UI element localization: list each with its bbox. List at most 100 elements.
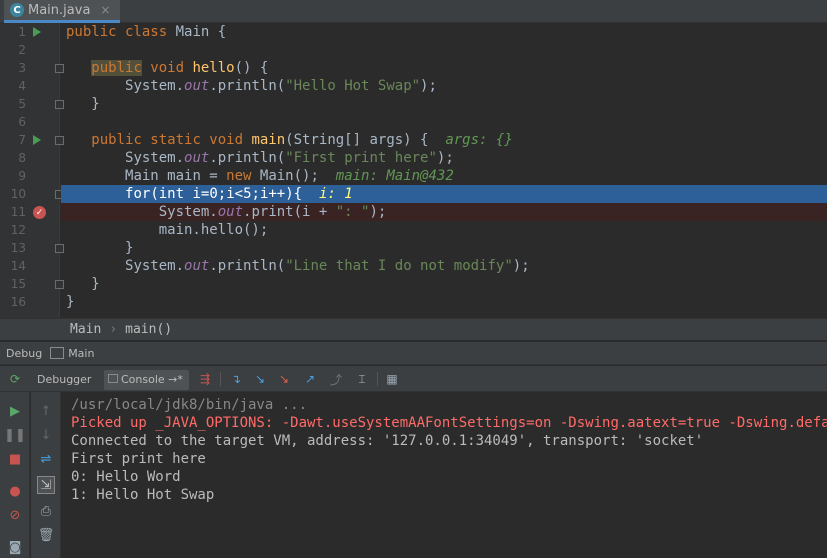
- code-text: );: [512, 258, 530, 274]
- code-line-5[interactable]: }: [61, 95, 827, 113]
- step-into-icon[interactable]: ↘: [252, 371, 268, 387]
- method-name: main: [251, 132, 286, 148]
- up-arrow-icon[interactable]: ↑: [37, 402, 55, 420]
- down-arrow-icon[interactable]: ↓: [37, 426, 55, 444]
- code-text: ;i<: [217, 186, 244, 202]
- java-class-icon: C: [10, 3, 24, 17]
- code-line-4[interactable]: System.out.println("Hello Hot Swap");: [61, 77, 827, 95]
- code-line-8[interactable]: System.out.println("First print here");: [61, 149, 827, 167]
- mute-breakpoints-icon[interactable]: ⊘: [6, 506, 24, 524]
- gutter[interactable]: 1 2 3 4 5 6 7 8 9 10 11 12 13 14 15 16 ✓: [0, 23, 64, 318]
- console-line: Picked up _JAVA_OPTIONS: -Dawt.useSystem…: [71, 415, 827, 431]
- breadcrumb-class[interactable]: Main: [70, 322, 101, 337]
- code-text: System.: [158, 204, 218, 220]
- breadcrumb-method[interactable]: main(): [125, 322, 172, 337]
- code-editor[interactable]: 1 2 3 4 5 6 7 8 9 10 11 12 13 14 15 16 ✓…: [0, 23, 827, 318]
- code-text: System.: [125, 78, 185, 94]
- resume-icon[interactable]: ▶: [6, 402, 24, 420]
- toolbar-separator: [377, 372, 378, 386]
- code-line-3[interactable]: public void hello() {: [61, 59, 827, 77]
- code-text: }: [66, 294, 75, 310]
- keyword: void: [141, 60, 193, 76]
- soft-wrap-icon[interactable]: ⇌: [37, 450, 55, 468]
- current-execution-line[interactable]: for(int i=0;i<5;i++){ i: 1: [61, 185, 827, 203]
- code-text: .println(: [209, 150, 286, 166]
- code-text: );: [420, 78, 437, 94]
- code-text: .print(i +: [243, 204, 336, 220]
- camera-icon[interactable]: ◙: [6, 538, 24, 556]
- code-line-15[interactable]: }: [61, 275, 827, 293]
- static-field: out: [217, 204, 244, 220]
- console-line: /usr/local/jdk8/bin/java ...: [71, 397, 308, 413]
- code-line-14[interactable]: System.out.println("Line that I do not m…: [61, 257, 827, 275]
- rerun-icon[interactable]: ⟳: [7, 371, 23, 387]
- scroll-to-end-icon[interactable]: ⇲: [37, 476, 55, 494]
- line-number: 11: [10, 205, 26, 219]
- line-number: 6: [18, 115, 26, 129]
- debug-label: Debug: [6, 346, 43, 360]
- line-number: 1: [18, 25, 26, 39]
- toolbar-separator: [220, 372, 221, 386]
- line-number: 3: [18, 61, 26, 75]
- breakpoint-line[interactable]: System.out.print(i + ": ");: [61, 203, 827, 221]
- force-step-into-icon[interactable]: ↘: [276, 371, 292, 387]
- debug-toolbar: ⟳ Debugger Console →* ⇶ ↴ ↘ ↘ ↗ ⤴ ⌶ ▦: [0, 366, 827, 392]
- breakpoint-icon[interactable]: ✓: [33, 206, 46, 219]
- string-literal: "Hello Hot Swap": [285, 78, 421, 94]
- code-text: }: [91, 96, 100, 112]
- keyword: for: [125, 186, 151, 202]
- run-to-cursor-icon[interactable]: ⌶: [354, 371, 370, 387]
- pin-icon: →*: [168, 373, 183, 386]
- print-icon[interactable]: ⎙: [37, 502, 55, 520]
- step-over-icon[interactable]: ↴: [228, 371, 244, 387]
- console-line: 1: Hello Hot Swap: [71, 487, 215, 503]
- static-field: out: [184, 150, 210, 166]
- keyword: new: [226, 168, 252, 184]
- drop-frame-icon[interactable]: ⤴: [328, 371, 344, 387]
- code-line-12[interactable]: main.hello();: [61, 221, 827, 239]
- code-text: ;i++){: [251, 186, 319, 202]
- line-number: 13: [10, 241, 26, 255]
- console-actions-toolbar: ↑ ↓ ⇌ ⇲ ⎙ 🗑: [31, 392, 61, 558]
- show-execution-point-icon[interactable]: ⇶: [197, 371, 213, 387]
- line-number: 14: [10, 259, 26, 273]
- tab-console[interactable]: Console →*: [104, 370, 189, 390]
- console-output[interactable]: /usr/local/jdk8/bin/java ... Picked up _…: [61, 392, 827, 558]
- console-icon: [108, 374, 118, 383]
- code-text: Main();: [251, 168, 336, 184]
- clear-all-icon[interactable]: 🗑: [37, 526, 55, 544]
- code-line-16[interactable]: }: [61, 293, 827, 311]
- step-out-icon[interactable]: ↗: [302, 371, 318, 387]
- code-line-13[interactable]: }: [61, 239, 827, 257]
- run-main-icon[interactable]: [33, 135, 41, 145]
- debug-config-tab[interactable]: Main: [68, 347, 94, 360]
- tab-debugger[interactable]: Debugger: [37, 370, 91, 390]
- line-number: 12: [10, 223, 26, 237]
- keyword: public class: [66, 24, 168, 40]
- method-name: hello: [192, 60, 235, 76]
- number-literal: 5: [243, 186, 252, 202]
- run-class-icon[interactable]: [33, 27, 41, 37]
- console-line: First print here: [71, 451, 206, 467]
- view-breakpoints-icon[interactable]: ●: [6, 482, 24, 500]
- line-number: 9: [18, 169, 26, 183]
- run-config-icon: [50, 347, 65, 359]
- string-literal: "Line that I do not modify": [285, 258, 513, 274]
- close-icon[interactable]: ×: [100, 3, 110, 17]
- code-text: i=: [184, 186, 210, 202]
- code-line-1[interactable]: public class Main {: [61, 23, 827, 41]
- code-text: );: [369, 204, 387, 220]
- tab-main-java[interactable]: C Main.java ×: [4, 0, 120, 23]
- code-text: (: [150, 186, 159, 202]
- pause-icon[interactable]: ❚❚: [4, 426, 26, 444]
- code-line-7[interactable]: public static void main(String[] args) {…: [61, 131, 827, 149]
- code-line-9[interactable]: Main main = new Main(); main: Main@432: [61, 167, 827, 185]
- evaluate-expression-icon[interactable]: ▦: [384, 371, 400, 387]
- tab-console-label: Console: [121, 373, 165, 386]
- line-number: 16: [10, 295, 26, 309]
- code-text: (String[] args) {: [285, 132, 446, 148]
- stop-icon[interactable]: ■: [6, 450, 24, 468]
- code-text: );: [436, 150, 454, 166]
- code-text: Main main =: [125, 168, 227, 184]
- breadcrumb: Main › main(): [0, 318, 827, 340]
